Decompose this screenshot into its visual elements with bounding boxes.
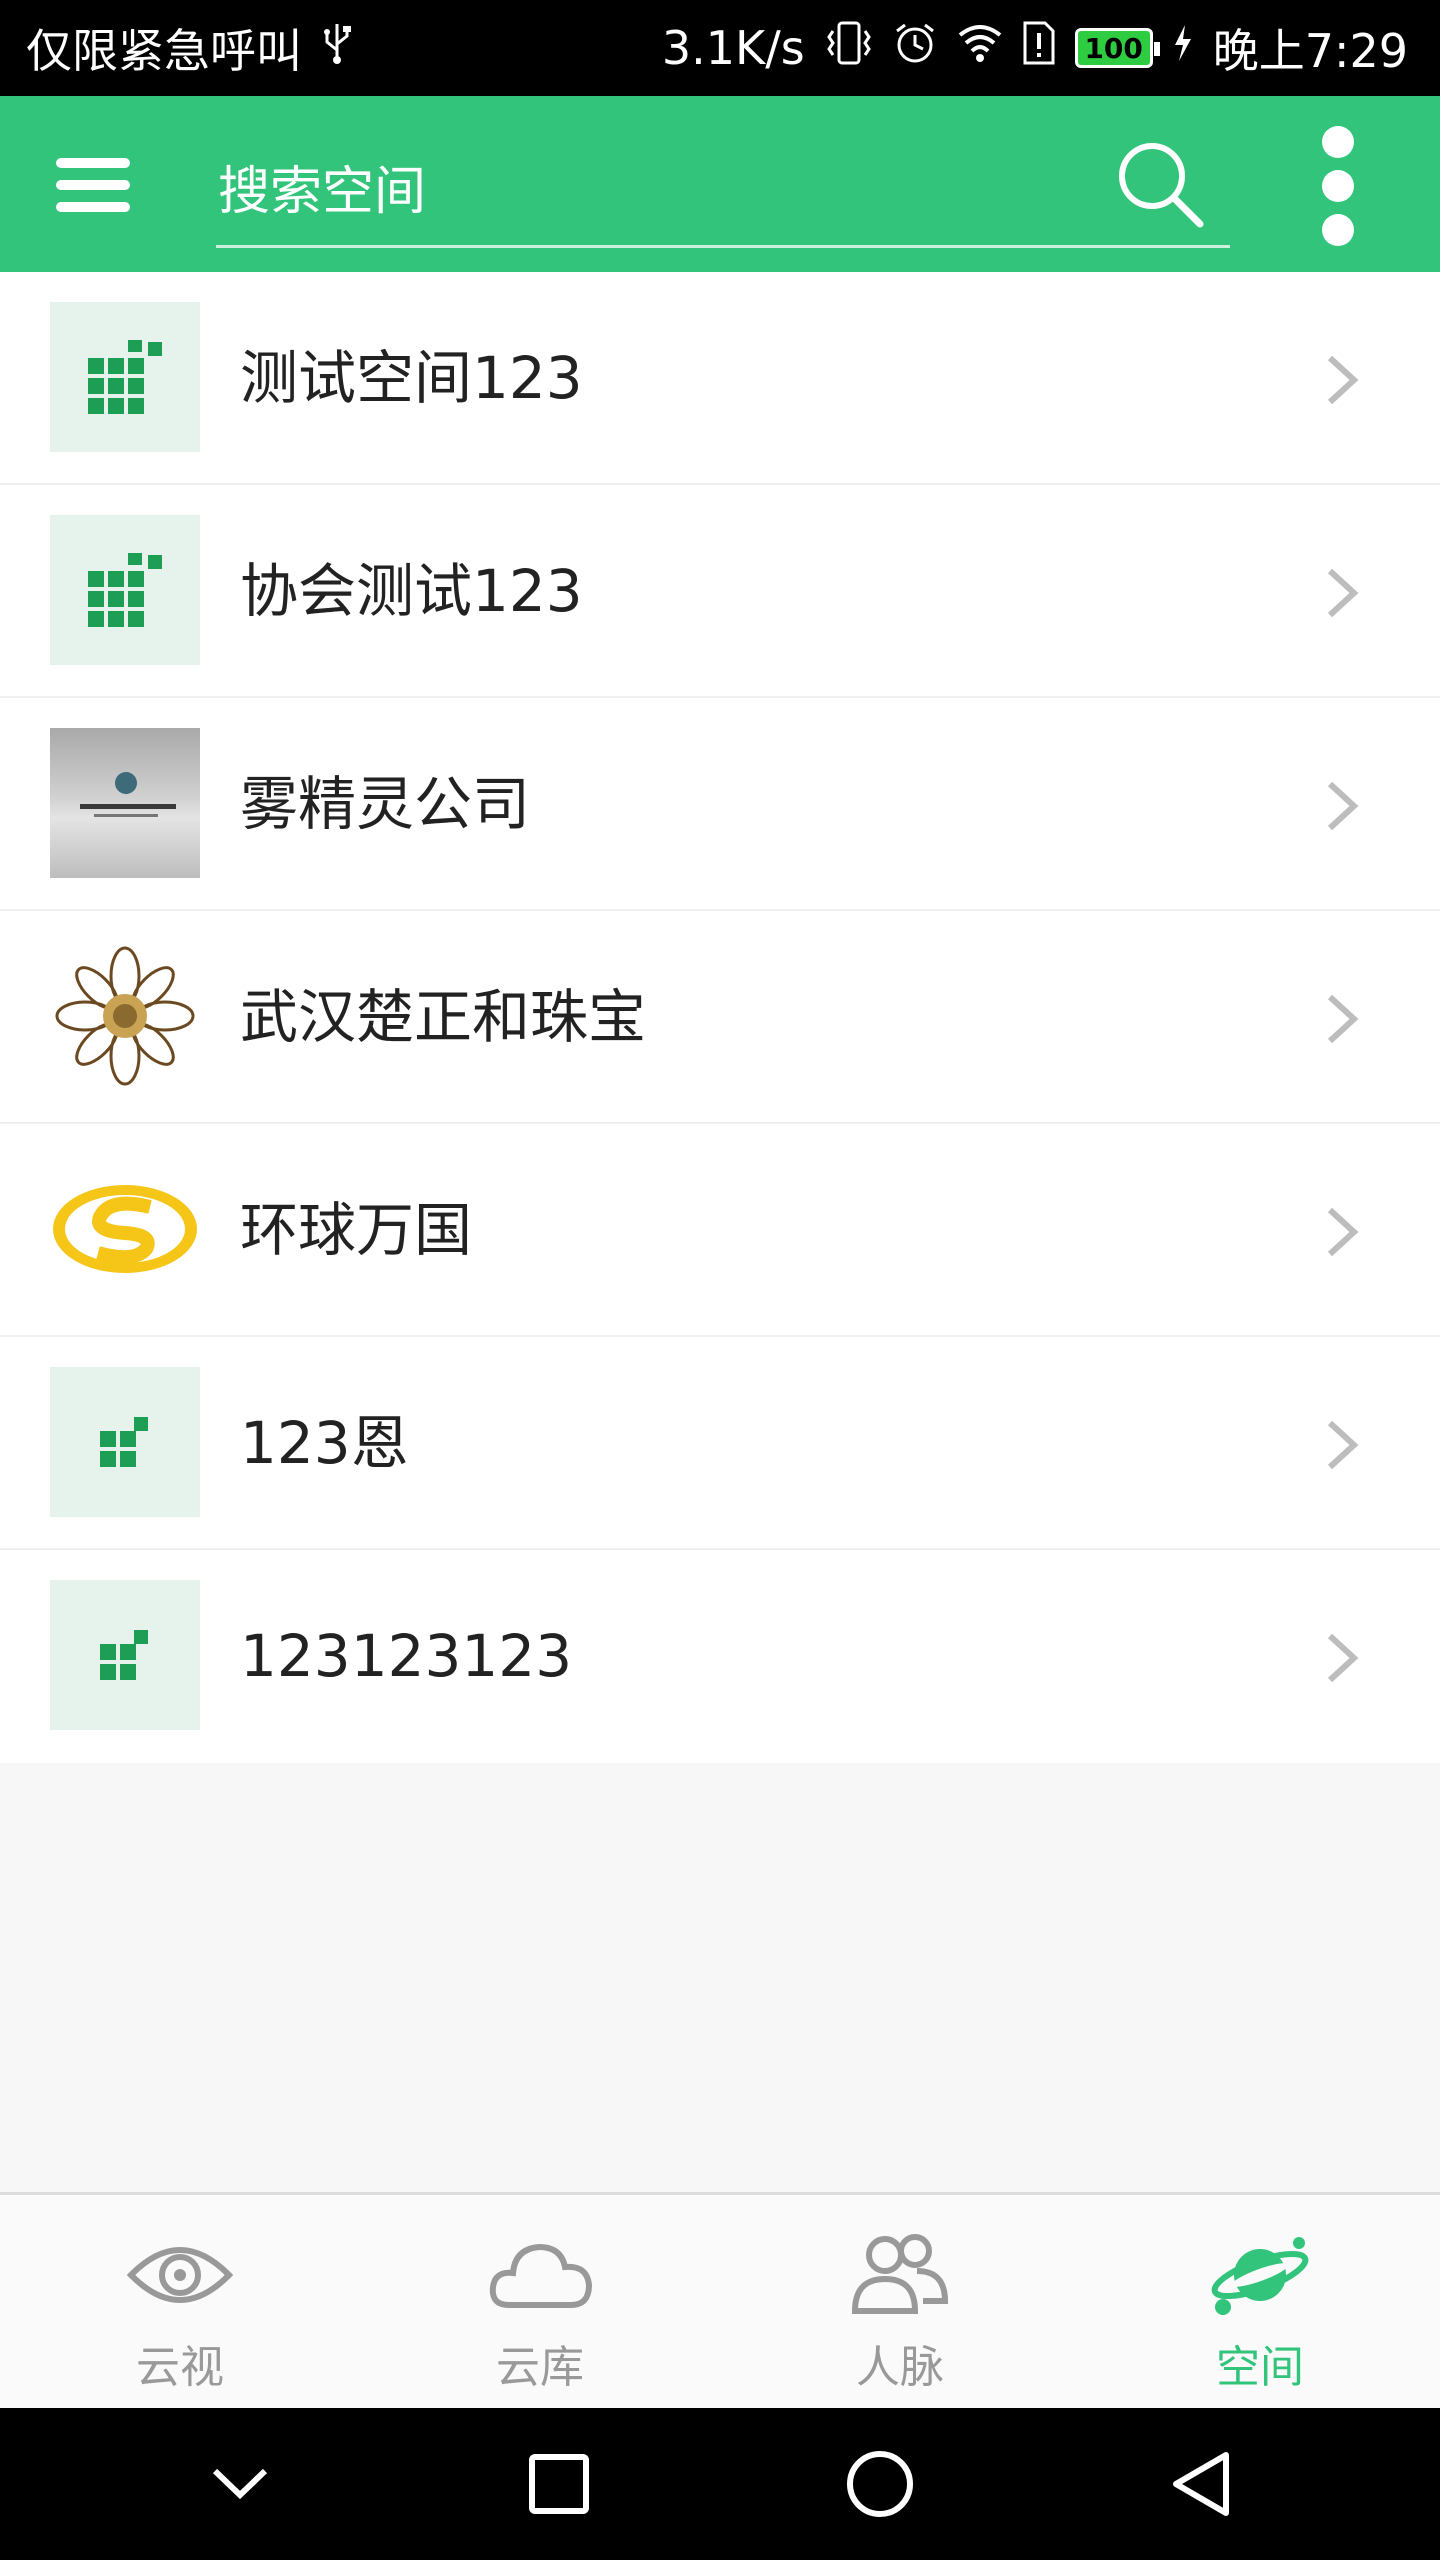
collapse-icon[interactable] (205, 2459, 275, 2509)
tab-yunshi[interactable]: 云视 (0, 2195, 360, 2408)
app-bar (0, 96, 1440, 272)
space-list: 测试空间123 协会测试123 雾精灵公司 武汉楚正和珠宝 环球万国 123恩 … (0, 272, 1440, 1763)
grid-app-icon (50, 515, 200, 665)
chevron-right-icon (1327, 781, 1359, 831)
back-triangle-icon[interactable] (1166, 2447, 1236, 2521)
space-name: 协会测试123 (240, 557, 583, 625)
list-item[interactable]: 环球万国 (0, 1124, 1440, 1337)
tab-kongjian[interactable]: 空间 (1080, 2195, 1440, 2408)
usb-icon (322, 22, 352, 74)
status-bar: 仅限紧急呼叫 3.1K/s 100 晚上7:29 (0, 0, 1440, 96)
tab-label: 人脉 (856, 2342, 944, 2393)
space-name: 123恩 (240, 1409, 409, 1477)
network-speed: 3.1K/s (661, 21, 805, 75)
chevron-right-icon (1327, 1207, 1359, 1257)
tab-yunku[interactable]: 云库 (360, 2195, 720, 2408)
battery-indicator: 100 (1074, 28, 1160, 68)
more-vertical-icon[interactable] (1318, 126, 1358, 246)
home-circle-icon[interactable] (843, 2447, 917, 2521)
tab-renmai[interactable]: 人脉 (720, 2195, 1080, 2408)
search-icon[interactable] (1112, 136, 1208, 232)
grid-app-icon (50, 302, 200, 452)
chevron-right-icon (1327, 355, 1359, 405)
carrier-text: 仅限紧急呼叫 (26, 24, 302, 78)
chevron-right-icon (1327, 1633, 1359, 1683)
charging-icon (1173, 23, 1193, 73)
small-grid-icon (50, 1367, 200, 1517)
vibrate-icon (825, 21, 873, 75)
space-name: 武汉楚正和珠宝 (240, 983, 647, 1051)
cloud-icon (489, 2243, 593, 2308)
recents-square-icon[interactable] (524, 2449, 594, 2519)
space-name: 雾精灵公司 (240, 770, 531, 838)
bottom-nav: 云视 云库 人脉 空间 (0, 2192, 1440, 2408)
tab-label: 空间 (1216, 2342, 1304, 2393)
space-name: 测试空间123 (240, 344, 583, 412)
eye-icon (126, 2247, 234, 2303)
chevron-right-icon (1327, 1420, 1359, 1470)
list-item[interactable]: 123123123 (0, 1550, 1440, 1763)
tab-label: 云视 (136, 2342, 224, 2393)
people-icon (851, 2234, 949, 2314)
yellow-s-logo (50, 1154, 200, 1304)
list-item[interactable]: 武汉楚正和珠宝 (0, 911, 1440, 1124)
mandala-logo (50, 941, 200, 1091)
clock: 晚上7:29 (1212, 24, 1408, 78)
sim-alert-icon (1023, 21, 1055, 75)
chevron-right-icon (1327, 994, 1359, 1044)
tab-label: 云库 (496, 2342, 584, 2393)
list-item[interactable]: 雾精灵公司 (0, 698, 1440, 911)
wifi-icon (957, 23, 1003, 73)
planet-icon (1211, 2237, 1309, 2315)
small-grid-icon (50, 1580, 200, 1730)
space-name: 123123123 (240, 1622, 573, 1690)
list-item[interactable]: 123恩 (0, 1337, 1440, 1550)
hamburger-menu-icon[interactable] (56, 158, 130, 212)
system-nav-bar (0, 2408, 1440, 2560)
list-item[interactable]: 测试空间123 (0, 272, 1440, 485)
space-name: 环球万国 (240, 1196, 473, 1264)
company-photo (50, 728, 200, 878)
list-item[interactable]: 协会测试123 (0, 485, 1440, 698)
alarm-icon (893, 21, 937, 75)
chevron-right-icon (1327, 568, 1359, 618)
search-input[interactable] (216, 138, 1230, 248)
